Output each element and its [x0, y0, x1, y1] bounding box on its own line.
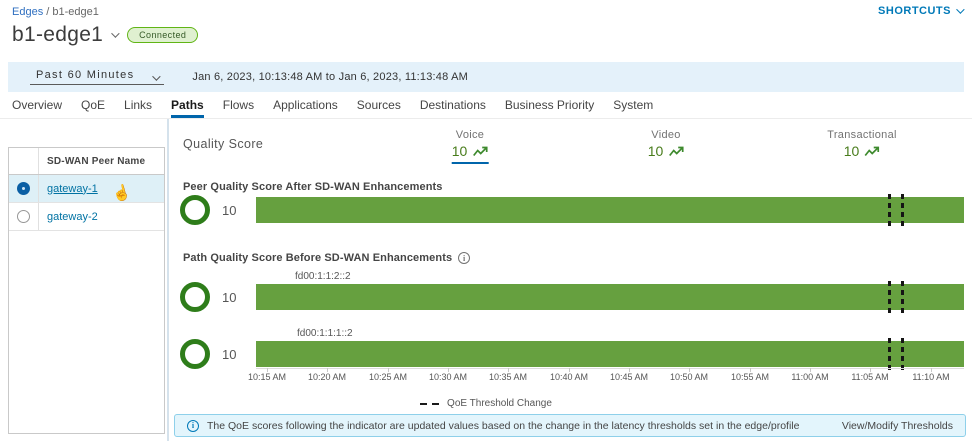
radio-selected-icon[interactable]: [17, 182, 30, 195]
tab-destinations[interactable]: Destinations: [420, 98, 486, 118]
chevron-down-icon: [153, 72, 161, 80]
peer-row-gateway-1[interactable]: gateway-1: [9, 175, 164, 203]
after-score-value: 10: [222, 203, 236, 218]
path-1-score-bar: [256, 284, 964, 310]
peer-link-gateway-1[interactable]: gateway-1: [39, 183, 98, 195]
score-transactional[interactable]: Transactional 10: [827, 129, 897, 162]
score-video[interactable]: Video 10: [648, 129, 685, 162]
qoe-threshold-marker: [888, 338, 891, 371]
score-ring: [180, 339, 210, 369]
after-score-bar: [256, 197, 964, 223]
breadcrumb-separator: /: [46, 6, 49, 18]
x-axis-tick: 10:35 AM: [489, 372, 527, 382]
chevron-down-icon: [956, 5, 964, 13]
x-axis-tick: 10:30 AM: [429, 372, 467, 382]
trend-up-icon: [472, 146, 488, 157]
x-axis-tick: 10:15 AM: [248, 372, 286, 382]
qoe-info-bar: i The QoE scores following the indicator…: [174, 414, 966, 437]
time-range-value: Past 60 Minutes: [36, 69, 134, 81]
view-modify-thresholds-link[interactable]: View/Modify Thresholds: [842, 420, 953, 432]
score-voice-label: Voice: [452, 129, 489, 141]
peer-name-column-header: SD-WAN Peer Name: [39, 156, 145, 167]
peer-table: SD-WAN Peer Name gateway-1 gateway-2: [8, 147, 165, 434]
x-axis-tick: 10:40 AM: [550, 372, 588, 382]
threshold-dash-icon: [420, 403, 427, 405]
time-range-selector[interactable]: Past 60 Minutes: [30, 69, 164, 85]
x-axis-tick: 11:00 AM: [791, 372, 828, 382]
x-axis-tick: 11:10 AM: [912, 372, 949, 382]
path-2-score-bar: [256, 341, 964, 367]
x-axis-tick: 11:05 AM: [851, 372, 888, 382]
score-voice-value: 10: [452, 143, 468, 159]
after-section-title: Peer Quality Score After SD-WAN Enhancem…: [183, 181, 443, 193]
qoe-threshold-marker: [888, 281, 891, 314]
time-range-bar: Past 60 Minutes Jan 6, 2023, 10:13:48 AM…: [8, 62, 964, 92]
time-range-text: Jan 6, 2023, 10:13:48 AM to Jan 6, 2023,…: [192, 71, 468, 83]
shortcuts-label: SHORTCUTS: [878, 5, 951, 17]
path-name-1: fd00:1:1:2::2: [295, 271, 351, 282]
breadcrumb: Edges / b1-edge1: [12, 6, 99, 18]
score-transactional-value: 10: [844, 143, 860, 159]
tab-applications[interactable]: Applications: [273, 98, 338, 118]
x-axis-tick: 10:20 AM: [308, 372, 346, 382]
breadcrumb-edges-link[interactable]: Edges: [12, 6, 43, 18]
path-name-2: fd00:1:1:1::2: [297, 328, 353, 339]
before-section-title: Path Quality Score Before SD-WAN Enhance…: [183, 252, 470, 264]
threshold-dash-icon: [432, 403, 439, 405]
title-chevron-down-icon[interactable]: [111, 29, 119, 37]
after-section-title-text: Peer Quality Score After SD-WAN Enhancem…: [183, 181, 443, 193]
page-title: b1-edge1: [12, 23, 103, 47]
radio-column-spacer: [9, 148, 39, 174]
score-voice[interactable]: Voice 10: [452, 129, 489, 164]
path-2-score-value: 10: [222, 347, 236, 362]
qoe-threshold-marker: [901, 338, 904, 371]
score-ring: [180, 282, 210, 312]
x-axis-tick: 10:50 AM: [670, 372, 708, 382]
breadcrumb-current: b1-edge1: [52, 6, 99, 18]
tab-bar: Overview QoE Links Paths Flows Applicati…: [0, 98, 972, 119]
qoe-threshold-marker: [888, 194, 891, 227]
radio-cell: [9, 203, 39, 230]
tab-system[interactable]: System: [613, 98, 653, 118]
radio-cell: [9, 175, 39, 202]
qoe-threshold-marker: [901, 194, 904, 227]
info-icon: i: [187, 420, 199, 432]
info-message: The QoE scores following the indicator a…: [207, 420, 834, 432]
x-axis-line: [256, 368, 964, 369]
radio-unselected-icon[interactable]: [17, 210, 30, 223]
x-axis-tick: 10:55 AM: [731, 372, 769, 382]
peer-link-gateway-2[interactable]: gateway-2: [39, 211, 98, 223]
score-ring: [180, 195, 210, 225]
qoe-threshold-marker: [901, 281, 904, 314]
status-badge: Connected: [127, 27, 198, 43]
quality-score-label: Quality Score: [183, 137, 263, 151]
peer-row-gateway-2[interactable]: gateway-2: [9, 203, 164, 231]
legend-label: QoE Threshold Change: [447, 398, 552, 409]
chart-legend: QoE Threshold Change: [0, 398, 972, 409]
tab-business-priority[interactable]: Business Priority: [505, 98, 594, 118]
x-axis-tick: 10:45 AM: [610, 372, 648, 382]
before-section-title-text: Path Quality Score Before SD-WAN Enhance…: [183, 252, 452, 264]
title-row: b1-edge1 Connected: [12, 23, 198, 47]
score-video-value: 10: [648, 143, 664, 159]
tab-paths[interactable]: Paths: [171, 98, 204, 118]
shortcuts-menu[interactable]: SHORTCUTS: [878, 5, 962, 17]
info-icon[interactable]: i: [458, 252, 470, 264]
path-1-score-value: 10: [222, 290, 236, 305]
score-transactional-label: Transactional: [827, 129, 897, 141]
x-axis-tick: 10:25 AM: [369, 372, 407, 382]
edge-monitor-page: Edges / b1-edge1 SHORTCUTS b1-edge1 Conn…: [0, 0, 972, 441]
tab-links[interactable]: Links: [124, 98, 152, 118]
tab-sources[interactable]: Sources: [357, 98, 401, 118]
peer-table-header: SD-WAN Peer Name: [9, 148, 164, 175]
trend-up-icon: [864, 146, 880, 157]
trend-up-icon: [668, 146, 684, 157]
tab-qoe[interactable]: QoE: [81, 98, 105, 118]
tab-overview[interactable]: Overview: [12, 98, 62, 118]
score-video-label: Video: [648, 129, 685, 141]
content-divider: [167, 119, 169, 441]
tab-flows[interactable]: Flows: [223, 98, 254, 118]
